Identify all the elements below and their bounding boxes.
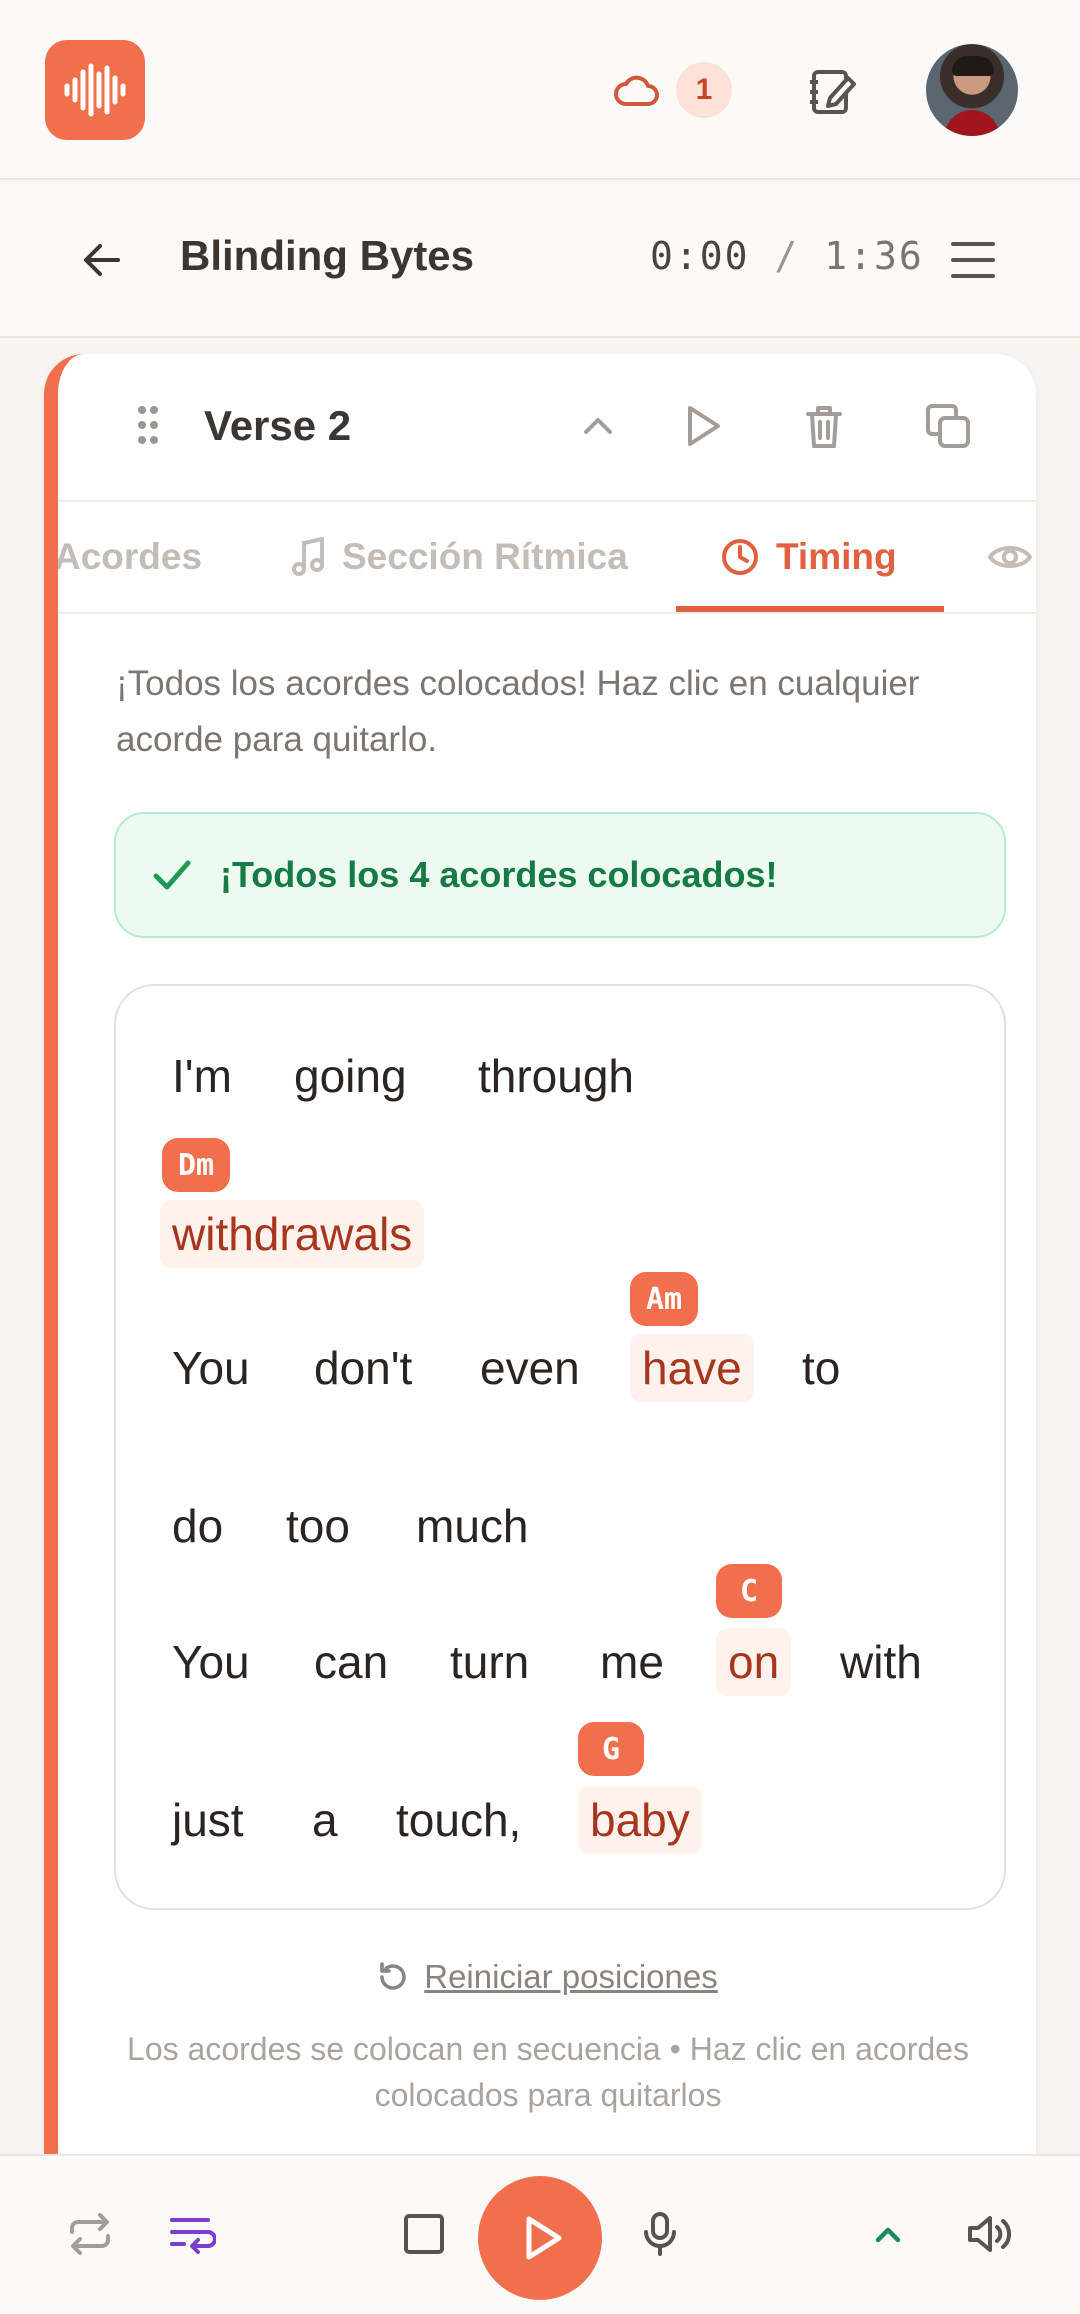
sync-count-badge: 1 <box>676 62 732 118</box>
chord-tag[interactable]: Am <box>630 1272 699 1326</box>
lyric-word[interactable]: can <box>314 1634 388 1690</box>
section-card: Verse 2 Acordes Sección Rítmica Timing ¡… <box>44 354 1036 2154</box>
tab-preview-eye-icon[interactable] <box>988 532 1032 582</box>
check-icon <box>152 858 192 892</box>
collapse-chevron-up-icon[interactable] <box>574 402 622 450</box>
play-section-icon[interactable] <box>678 402 726 450</box>
chord-tag[interactable]: C <box>716 1564 782 1618</box>
lyric-word[interactable]: me <box>600 1634 664 1690</box>
reset-positions-link[interactable]: Reiniciar posiciones <box>58 1958 1036 1996</box>
lyric-word[interactable]: to <box>802 1340 840 1396</box>
play-button[interactable] <box>478 2176 602 2300</box>
lyric-word[interactable]: through <box>478 1048 634 1104</box>
tab-timing-label: Timing <box>776 536 897 577</box>
chord-tag[interactable]: G <box>578 1722 644 1776</box>
tab-timing[interactable]: Timing <box>720 532 897 582</box>
total-time: 1:36 <box>824 234 924 278</box>
lyric-word[interactable]: just <box>172 1792 244 1848</box>
lyric-word[interactable]: don't <box>314 1340 412 1396</box>
drag-handle-icon[interactable] <box>136 404 160 446</box>
lyric-word-with-chord[interactable]: baby <box>578 1786 702 1854</box>
menu-icon[interactable] <box>950 238 996 282</box>
tab-acordes-label: Acordes <box>54 536 203 577</box>
tab-seccion-ritmica[interactable]: Sección Rítmica <box>292 532 628 582</box>
active-tab-indicator <box>676 606 944 612</box>
lyric-word[interactable]: touch, <box>396 1792 521 1848</box>
tab-ritmica-label: Sección Rítmica <box>342 536 628 577</box>
stop-icon[interactable] <box>400 2210 448 2258</box>
duplicate-icon[interactable] <box>924 402 972 450</box>
reset-positions-label: Reiniciar posiciones <box>424 1958 718 1995</box>
current-time: 0:00 <box>650 234 750 278</box>
trash-icon[interactable] <box>800 402 848 450</box>
music-note-icon <box>292 537 326 577</box>
song-title: Blinding Bytes <box>180 232 475 279</box>
section-name: Verse 2 <box>204 402 352 449</box>
lyric-word[interactable]: going <box>294 1048 407 1104</box>
lyric-word[interactable]: You <box>172 1634 250 1690</box>
app-logo-waveform-icon[interactable] <box>45 40 145 140</box>
lyric-word[interactable]: I'm <box>172 1048 232 1104</box>
cloud-sync-icon[interactable] <box>612 66 662 116</box>
lyric-word-with-chord[interactable]: withdrawals <box>160 1200 425 1268</box>
success-message: ¡Todos los 4 acordes colocados! <box>220 854 778 895</box>
lyric-word[interactable]: with <box>840 1634 922 1690</box>
lyric-word[interactable]: do <box>172 1498 223 1554</box>
lyric-word-with-chord[interactable]: have <box>630 1334 754 1402</box>
chord-tag[interactable]: Dm <box>162 1138 231 1192</box>
timing-hint: Los acordes se colocan en secuencia • Ha… <box>127 2031 969 2113</box>
app-top-bar: 1 <box>0 0 1080 180</box>
lyric-word[interactable]: turn <box>450 1634 529 1690</box>
bottom-player-bar <box>0 2154 1080 2314</box>
playlist-icon[interactable] <box>168 2210 216 2258</box>
user-avatar[interactable] <box>926 44 1018 136</box>
playback-time: 0:00 / 1:36 <box>650 234 924 278</box>
song-header: Blinding Bytes 0:00 / 1:36 <box>0 182 1080 338</box>
arrow-left-icon[interactable] <box>80 238 124 282</box>
lyric-word[interactable]: even <box>480 1340 580 1396</box>
mic-icon[interactable] <box>636 2210 684 2258</box>
repeat-icon[interactable] <box>66 2210 114 2258</box>
lyric-word[interactable]: too <box>286 1498 350 1554</box>
volume-icon[interactable] <box>966 2210 1014 2258</box>
section-card-header: Verse 2 <box>58 354 1036 502</box>
reset-rotate-icon <box>376 1960 410 1994</box>
time-separator: / <box>774 234 800 278</box>
lyric-word[interactable]: much <box>416 1498 528 1554</box>
section-tabs: Acordes Sección Rítmica Timing <box>58 502 1036 614</box>
success-banner: ¡Todos los 4 acordes colocados! <box>114 812 1006 938</box>
lyrics-timing-box: I'm going through Dm withdrawals You don… <box>114 984 1006 1910</box>
timing-instructions: ¡Todos los acordes colocados! Haz clic e… <box>116 664 920 759</box>
lyric-word[interactable]: You <box>172 1340 250 1396</box>
lyric-word-with-chord[interactable]: on <box>716 1628 792 1696</box>
play-icon <box>526 2216 562 2260</box>
lyric-word[interactable]: a <box>312 1792 338 1848</box>
tab-acordes[interactable]: Acordes <box>54 532 203 582</box>
notebook-edit-icon[interactable] <box>808 66 856 118</box>
clock-icon <box>720 537 760 577</box>
chevron-up-icon[interactable] <box>864 2210 912 2258</box>
